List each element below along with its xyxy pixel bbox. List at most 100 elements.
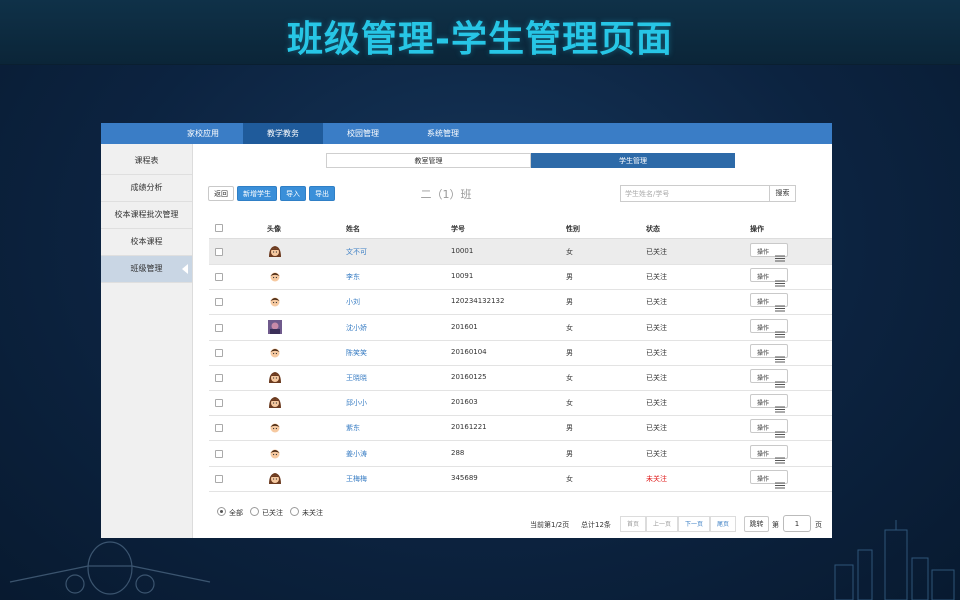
action-label: 操作 <box>757 349 770 357</box>
sidebar-item-course-batch[interactable]: 校本课程批次管理 <box>101 202 192 229</box>
row-checkbox[interactable] <box>215 273 223 282</box>
row-checkbox[interactable] <box>215 298 223 307</box>
follow-status: 已关注 <box>646 273 667 282</box>
student-name-link[interactable]: 沈小娇 <box>346 323 367 333</box>
city-skyline-decoration-icon <box>834 520 955 600</box>
export-button[interactable]: 导出 <box>309 186 335 201</box>
row-checkbox[interactable] <box>215 474 223 483</box>
filter-unfollowed-radio[interactable] <box>290 507 299 516</box>
menu-lines-icon <box>775 247 785 266</box>
next-page-button[interactable]: 下一页 <box>678 516 710 532</box>
row-checkbox[interactable] <box>215 374 223 382</box>
row-action-button[interactable]: 操作 <box>750 268 788 287</box>
menu-lines-icon <box>775 348 785 367</box>
nav-item-system[interactable]: 系统管理 <box>403 123 483 144</box>
page-banner: 班级管理-学生管理页面 <box>0 0 960 65</box>
row-action-button[interactable]: 操作 <box>750 369 788 388</box>
row-checkbox[interactable] <box>215 323 223 332</box>
student-id: 201601 <box>451 322 478 331</box>
table-row: 小刘 120234132132 男 已关注 操作 <box>209 289 832 316</box>
airplane-decoration-icon <box>9 530 211 595</box>
student-gender: 女 <box>566 399 573 408</box>
row-action-button[interactable]: 操作 <box>750 243 788 262</box>
import-button[interactable]: 导入 <box>280 186 306 201</box>
student-name-link[interactable]: 李东 <box>346 272 360 282</box>
table-row: 王梅梅 345689 女 未关注 操作 <box>209 466 832 492</box>
table-row: 文不可 10001 女 已关注 操作 <box>209 239 832 265</box>
student-name-link[interactable]: 王晓晓 <box>346 373 367 383</box>
row-checkbox[interactable] <box>215 424 223 433</box>
boy-avatar-icon <box>268 293 282 312</box>
student-name-link[interactable]: 邱小小 <box>346 398 367 408</box>
top-navigation: 家校应用 教学教务 校园管理 系统管理 <box>101 123 832 144</box>
student-name-link[interactable]: 文不可 <box>346 247 367 257</box>
row-action-button[interactable]: 操作 <box>750 419 788 438</box>
row-action-button[interactable]: 操作 <box>750 394 788 413</box>
row-action-button[interactable]: 操作 <box>750 444 788 464</box>
select-all-checkbox[interactable] <box>215 224 223 232</box>
student-id: 20160125 <box>451 373 487 381</box>
filter-followed-label: 已关注 <box>262 509 283 517</box>
student-gender: 女 <box>566 374 573 382</box>
row-checkbox[interactable] <box>215 399 223 408</box>
back-button[interactable]: 返回 <box>208 186 234 201</box>
student-name-link[interactable]: 陈笑笑 <box>346 348 367 358</box>
header-gender: 性别 <box>566 225 580 233</box>
row-action-button[interactable]: 操作 <box>750 469 788 489</box>
student-search-input[interactable] <box>620 185 770 202</box>
tab-student-management[interactable]: 学生管理 <box>531 153 735 168</box>
student-name-link[interactable]: 紫东 <box>346 423 360 433</box>
table-row: 紫东 20161221 男 已关注 操作 <box>209 415 832 442</box>
boy-avatar-icon <box>268 268 282 287</box>
action-label: 操作 <box>757 299 770 307</box>
action-label: 操作 <box>757 324 770 332</box>
row-checkbox[interactable] <box>215 348 223 357</box>
student-id: 288 <box>451 448 465 457</box>
first-page-button[interactable]: 首页 <box>620 516 646 532</box>
student-name-link[interactable]: 王梅梅 <box>346 474 367 484</box>
row-action-button[interactable]: 操作 <box>750 318 788 338</box>
action-label: 操作 <box>757 249 770 256</box>
boy-avatar-icon <box>268 344 282 363</box>
menu-lines-icon <box>775 297 785 316</box>
girl-avatar-icon <box>268 243 282 262</box>
total-count: 总计12条 <box>581 521 611 529</box>
row-action-button[interactable]: 操作 <box>750 293 788 312</box>
row-action-button[interactable]: 操作 <box>750 343 788 363</box>
student-name-link[interactable]: 姜小涛 <box>346 449 367 459</box>
follow-status: 已关注 <box>646 248 667 256</box>
filter-all-label: 全部 <box>229 509 243 517</box>
page-status: 当前第1/2页 <box>530 521 570 529</box>
student-id: 201603 <box>451 398 478 407</box>
sidebar-item-grade-analysis[interactable]: 成绩分析 <box>101 175 192 202</box>
sidebar-item-school-course[interactable]: 校本课程 <box>101 229 192 256</box>
nav-item-teaching[interactable]: 教学教务 <box>243 123 323 144</box>
filter-all-radio[interactable] <box>217 507 226 516</box>
search-button[interactable]: 搜索 <box>769 185 796 202</box>
tab-classroom-management[interactable]: 教室管理 <box>326 153 531 168</box>
header-student-id: 学号 <box>451 225 465 233</box>
header-actions: 操作 <box>750 225 764 233</box>
student-id: 20160104 <box>451 347 487 356</box>
filter-followed-radio[interactable] <box>250 507 259 516</box>
follow-status: 已关注 <box>646 399 667 408</box>
student-gender: 女 <box>566 323 573 332</box>
nav-item-home-school[interactable]: 家校应用 <box>163 123 243 144</box>
sidebar-item-timetable[interactable]: 课程表 <box>101 148 192 175</box>
prev-page-button[interactable]: 上一页 <box>646 516 678 532</box>
student-id: 10091 <box>451 272 474 281</box>
sidebar-item-class-management[interactable]: 班级管理 <box>101 256 192 283</box>
sidebar-item-label: 班级管理 <box>130 264 163 273</box>
student-id: 20161221 <box>451 423 487 432</box>
student-gender: 男 <box>566 273 573 282</box>
page-number-input[interactable] <box>783 515 811 532</box>
last-page-button[interactable]: 尾页 <box>710 516 736 532</box>
row-checkbox[interactable] <box>215 248 223 256</box>
jump-button[interactable]: 跳转 <box>744 516 769 532</box>
nav-item-campus[interactable]: 校园管理 <box>323 123 403 144</box>
row-checkbox[interactable] <box>215 449 223 458</box>
girl-avatar-icon <box>268 470 282 489</box>
student-gender: 男 <box>566 424 573 433</box>
add-student-button[interactable]: 新增学生 <box>237 186 277 201</box>
student-name-link[interactable]: 小刘 <box>346 297 360 307</box>
